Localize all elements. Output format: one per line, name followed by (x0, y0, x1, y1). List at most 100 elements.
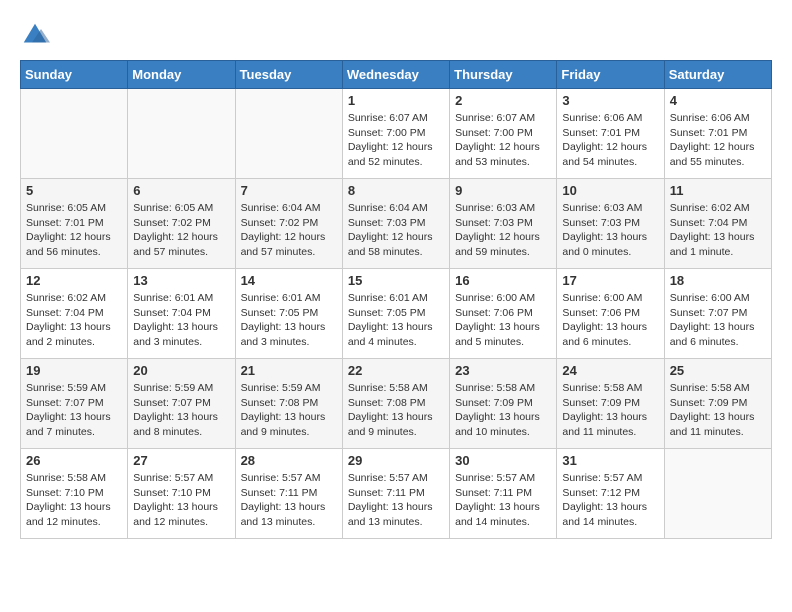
day-number: 13 (133, 273, 229, 288)
day-number: 12 (26, 273, 122, 288)
day-info: Sunrise: 6:02 AM Sunset: 7:04 PM Dayligh… (26, 291, 122, 350)
day-cell-28: 28 Sunrise: 5:57 AM Sunset: 7:11 PM Dayli… (235, 449, 342, 539)
empty-cell (128, 89, 235, 179)
day-number: 10 (562, 183, 658, 198)
day-cell-21: 21 Sunrise: 5:59 AM Sunset: 7:08 PM Dayli… (235, 359, 342, 449)
day-cell-2: 2Sunrise: 6:07 AM Sunset: 7:00 PM Daylig… (450, 89, 557, 179)
day-cell-25: 25 Sunrise: 5:58 AM Sunset: 7:09 PM Dayli… (664, 359, 771, 449)
day-number: 20 (133, 363, 229, 378)
week-row-3: 12 Sunrise: 6:02 AM Sunset: 7:04 PM Dayli… (21, 269, 772, 359)
day-info: Sunrise: 5:57 AM Sunset: 7:10 PM Dayligh… (133, 471, 229, 530)
day-number: 16 (455, 273, 551, 288)
day-number: 18 (670, 273, 766, 288)
day-number: 17 (562, 273, 658, 288)
day-info: Sunrise: 6:05 AM Sunset: 7:01 PM Dayligh… (26, 201, 122, 260)
day-cell-8: 8 Sunrise: 6:04 AM Sunset: 7:03 PM Daylig… (342, 179, 449, 269)
day-number: 23 (455, 363, 551, 378)
day-number: 28 (241, 453, 337, 468)
header-sunday: Sunday (21, 61, 128, 89)
day-number: 27 (133, 453, 229, 468)
day-number: 3 (562, 93, 658, 108)
day-cell-31: 31Sunrise: 5:57 AM Sunset: 7:12 PM Dayli… (557, 449, 664, 539)
day-number: 26 (26, 453, 122, 468)
day-info: Sunrise: 6:01 AM Sunset: 7:04 PM Dayligh… (133, 291, 229, 350)
day-number: 14 (241, 273, 337, 288)
day-info: Sunrise: 5:58 AM Sunset: 7:09 PM Dayligh… (455, 381, 551, 440)
day-info: Sunrise: 6:01 AM Sunset: 7:05 PM Dayligh… (241, 291, 337, 350)
day-number: 19 (26, 363, 122, 378)
day-info: Sunrise: 6:00 AM Sunset: 7:06 PM Dayligh… (562, 291, 658, 350)
header-saturday: Saturday (664, 61, 771, 89)
header-monday: Monday (128, 61, 235, 89)
day-cell-11: 11 Sunrise: 6:02 AM Sunset: 7:04 PM Dayli… (664, 179, 771, 269)
day-cell-26: 26 Sunrise: 5:58 AM Sunset: 7:10 PM Dayli… (21, 449, 128, 539)
logo (20, 20, 54, 50)
day-cell-20: 20 Sunrise: 5:59 AM Sunset: 7:07 PM Dayli… (128, 359, 235, 449)
day-cell-4: 4Sunrise: 6:06 AM Sunset: 7:01 PM Daylig… (664, 89, 771, 179)
day-cell-17: 17 Sunrise: 6:00 AM Sunset: 7:06 PM Dayli… (557, 269, 664, 359)
day-cell-22: 22 Sunrise: 5:58 AM Sunset: 7:08 PM Dayli… (342, 359, 449, 449)
day-number: 8 (348, 183, 444, 198)
week-row-5: 26 Sunrise: 5:58 AM Sunset: 7:10 PM Dayli… (21, 449, 772, 539)
empty-cell (664, 449, 771, 539)
day-cell-15: 15Sunrise: 6:01 AM Sunset: 7:05 PM Dayli… (342, 269, 449, 359)
header-tuesday: Tuesday (235, 61, 342, 89)
day-number: 6 (133, 183, 229, 198)
calendar-body: 1 Sunrise: 6:07 AM Sunset: 7:00 PM Daylig… (21, 89, 772, 539)
empty-cell (235, 89, 342, 179)
day-info: Sunrise: 5:57 AM Sunset: 7:11 PM Dayligh… (455, 471, 551, 530)
day-number: 11 (670, 183, 766, 198)
day-info: Sunrise: 5:58 AM Sunset: 7:09 PM Dayligh… (670, 381, 766, 440)
day-info: Sunrise: 5:57 AM Sunset: 7:11 PM Dayligh… (348, 471, 444, 530)
day-info: Sunrise: 5:59 AM Sunset: 7:08 PM Dayligh… (241, 381, 337, 440)
day-info: Sunrise: 5:58 AM Sunset: 7:08 PM Dayligh… (348, 381, 444, 440)
day-info: Sunrise: 6:00 AM Sunset: 7:06 PM Dayligh… (455, 291, 551, 350)
day-cell-9: 9Sunrise: 6:03 AM Sunset: 7:03 PM Daylig… (450, 179, 557, 269)
calendar-header: SundayMondayTuesdayWednesdayThursdayFrid… (21, 61, 772, 89)
day-cell-30: 30 Sunrise: 5:57 AM Sunset: 7:11 PM Dayli… (450, 449, 557, 539)
day-number: 22 (348, 363, 444, 378)
day-info: Sunrise: 6:04 AM Sunset: 7:03 PM Dayligh… (348, 201, 444, 260)
day-cell-27: 27 Sunrise: 5:57 AM Sunset: 7:10 PM Dayli… (128, 449, 235, 539)
calendar-table: SundayMondayTuesdayWednesdayThursdayFrid… (20, 60, 772, 539)
week-row-2: 5 Sunrise: 6:05 AM Sunset: 7:01 PM Daylig… (21, 179, 772, 269)
day-number: 1 (348, 93, 444, 108)
day-number: 30 (455, 453, 551, 468)
day-cell-6: 6 Sunrise: 6:05 AM Sunset: 7:02 PM Daylig… (128, 179, 235, 269)
day-number: 5 (26, 183, 122, 198)
week-row-1: 1 Sunrise: 6:07 AM Sunset: 7:00 PM Daylig… (21, 89, 772, 179)
day-cell-10: 10 Sunrise: 6:03 AM Sunset: 7:03 PM Dayli… (557, 179, 664, 269)
day-number: 15 (348, 273, 444, 288)
day-info: Sunrise: 6:03 AM Sunset: 7:03 PM Dayligh… (562, 201, 658, 260)
day-cell-14: 14 Sunrise: 6:01 AM Sunset: 7:05 PM Dayli… (235, 269, 342, 359)
day-info: Sunrise: 5:58 AM Sunset: 7:10 PM Dayligh… (26, 471, 122, 530)
day-info: Sunrise: 6:03 AM Sunset: 7:03 PM Dayligh… (455, 201, 551, 260)
day-cell-1: 1 Sunrise: 6:07 AM Sunset: 7:00 PM Daylig… (342, 89, 449, 179)
day-number: 25 (670, 363, 766, 378)
day-cell-13: 13 Sunrise: 6:01 AM Sunset: 7:04 PM Dayli… (128, 269, 235, 359)
day-info: Sunrise: 5:59 AM Sunset: 7:07 PM Dayligh… (26, 381, 122, 440)
day-info: Sunrise: 6:00 AM Sunset: 7:07 PM Dayligh… (670, 291, 766, 350)
day-info: Sunrise: 6:07 AM Sunset: 7:00 PM Dayligh… (455, 111, 551, 170)
week-row-4: 19 Sunrise: 5:59 AM Sunset: 7:07 PM Dayli… (21, 359, 772, 449)
day-info: Sunrise: 6:07 AM Sunset: 7:00 PM Dayligh… (348, 111, 444, 170)
day-cell-29: 29Sunrise: 5:57 AM Sunset: 7:11 PM Dayli… (342, 449, 449, 539)
header-thursday: Thursday (450, 61, 557, 89)
day-info: Sunrise: 5:57 AM Sunset: 7:11 PM Dayligh… (241, 471, 337, 530)
day-cell-16: 16 Sunrise: 6:00 AM Sunset: 7:06 PM Dayli… (450, 269, 557, 359)
empty-cell (21, 89, 128, 179)
day-info: Sunrise: 6:06 AM Sunset: 7:01 PM Dayligh… (562, 111, 658, 170)
header-friday: Friday (557, 61, 664, 89)
day-cell-19: 19 Sunrise: 5:59 AM Sunset: 7:07 PM Dayli… (21, 359, 128, 449)
day-cell-23: 23 Sunrise: 5:58 AM Sunset: 7:09 PM Dayli… (450, 359, 557, 449)
day-cell-7: 7Sunrise: 6:04 AM Sunset: 7:02 PM Daylig… (235, 179, 342, 269)
day-info: Sunrise: 6:02 AM Sunset: 7:04 PM Dayligh… (670, 201, 766, 260)
day-cell-24: 24Sunrise: 5:58 AM Sunset: 7:09 PM Dayli… (557, 359, 664, 449)
day-info: Sunrise: 6:05 AM Sunset: 7:02 PM Dayligh… (133, 201, 229, 260)
header-wednesday: Wednesday (342, 61, 449, 89)
day-number: 31 (562, 453, 658, 468)
day-number: 24 (562, 363, 658, 378)
day-number: 4 (670, 93, 766, 108)
day-number: 21 (241, 363, 337, 378)
day-info: Sunrise: 5:59 AM Sunset: 7:07 PM Dayligh… (133, 381, 229, 440)
